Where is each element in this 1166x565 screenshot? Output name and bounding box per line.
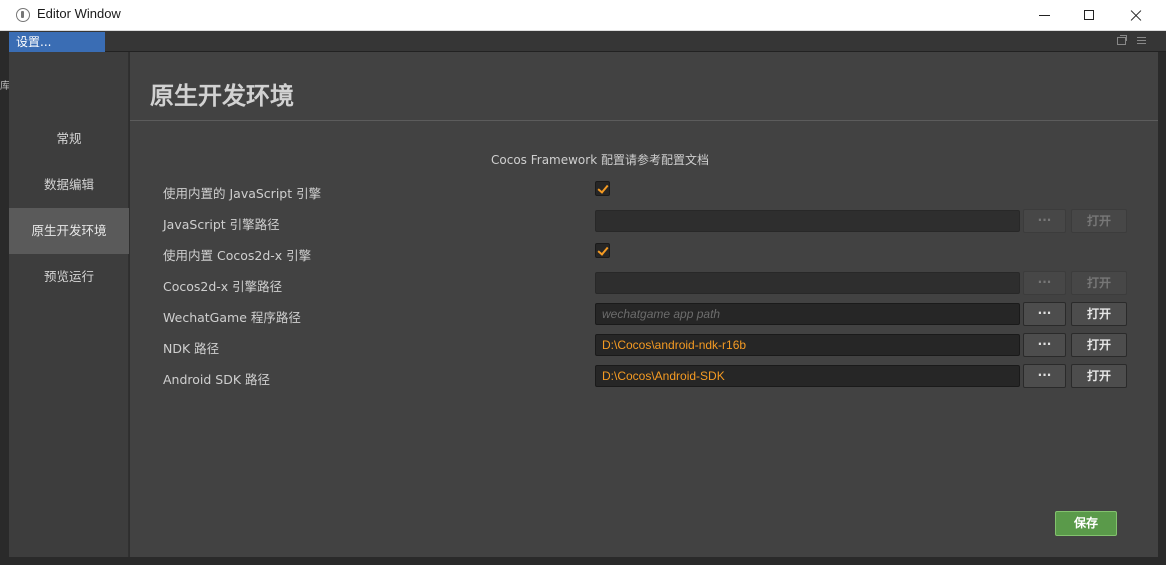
cocos2dx-path-open-button[interactable]: 打开 (1071, 271, 1127, 295)
android-sdk-path-input[interactable]: D:\Cocos\Android-SDK (595, 365, 1020, 387)
minimize-icon (1039, 15, 1050, 16)
android-sdk-path-open-button[interactable]: 打开 (1071, 364, 1127, 388)
editor-window: Editor Window 设置... 库 常规 数据编辑 原生开发环境 预览运… (0, 0, 1166, 565)
cocos2dx-path-input[interactable] (595, 272, 1020, 294)
minimize-button[interactable] (1022, 0, 1068, 30)
app-logo-icon (16, 8, 30, 22)
android-sdk-path-label: Android SDK 路径 (163, 372, 271, 387)
wechatgame-path-browse-button[interactable]: ··· (1023, 302, 1066, 326)
ndk-path-open-button[interactable]: 打开 (1071, 333, 1127, 357)
use-builtin-cocos2dx-checkbox[interactable] (595, 243, 610, 258)
use-builtin-js-label: 使用内置的 JavaScript 引擎 (163, 186, 322, 201)
wechatgame-path-open-button[interactable]: 打开 (1071, 302, 1127, 326)
save-button[interactable]: 保存 (1055, 511, 1117, 536)
bottom-edge (9, 557, 1158, 565)
js-path-open-button[interactable]: 打开 (1071, 209, 1127, 233)
background-editor-edge-right (1158, 52, 1166, 565)
close-button[interactable] (1112, 0, 1158, 30)
popout-icon[interactable] (1117, 35, 1127, 45)
panel-tab-strip: 设置... (0, 31, 1166, 52)
android-sdk-path-browse-button[interactable]: ··· (1023, 364, 1066, 388)
cocos2dx-path-label: Cocos2d-x 引擎路径 (163, 279, 283, 294)
use-builtin-js-checkbox[interactable] (595, 181, 610, 196)
sidebar-item-native-env[interactable]: 原生开发环境 (9, 208, 129, 254)
ndk-path-browse-button[interactable]: ··· (1023, 333, 1066, 357)
window-title: Editor Window (37, 6, 121, 21)
wechatgame-path-input[interactable]: wechatgame app path (595, 303, 1020, 325)
use-builtin-cocos2dx-label: 使用内置 Cocos2d-x 引擎 (163, 248, 312, 263)
sidebar-item-general[interactable]: 常规 (9, 116, 129, 162)
page-title: 原生开发环境 (150, 82, 294, 110)
ndk-path-input[interactable]: D:\Cocos\android-ndk-r16b (595, 334, 1020, 356)
wechatgame-path-placeholder: wechatgame app path (602, 307, 721, 321)
title-bar: Editor Window (0, 0, 1166, 31)
sidebar-item-data-editing[interactable]: 数据编辑 (9, 162, 129, 208)
background-editor-edge: 库 (0, 31, 10, 565)
js-path-browse-button[interactable]: ··· (1023, 209, 1066, 233)
sidebar-item-preview-run[interactable]: 预览运行 (9, 254, 129, 300)
js-path-label: JavaScript 引擎路径 (163, 217, 280, 232)
close-icon (1112, 0, 1158, 30)
js-path-input[interactable] (595, 210, 1020, 232)
cocos2dx-path-browse-button[interactable]: ··· (1023, 271, 1066, 295)
tab-settings[interactable]: 设置... (9, 32, 105, 52)
title-divider (130, 120, 1158, 121)
settings-content: 原生开发环境 Cocos Framework 配置请参考配置文档 使用内置的 J… (130, 52, 1158, 557)
framework-docs-note: Cocos Framework 配置请参考配置文档 (491, 153, 709, 167)
wechatgame-path-label: WechatGame 程序路径 (163, 310, 301, 325)
menu-icon[interactable] (1137, 37, 1146, 46)
settings-sidebar: 常规 数据编辑 原生开发环境 预览运行 (9, 52, 129, 557)
maximize-icon (1084, 10, 1094, 20)
maximize-button[interactable] (1067, 0, 1113, 30)
ndk-path-label: NDK 路径 (163, 341, 220, 356)
